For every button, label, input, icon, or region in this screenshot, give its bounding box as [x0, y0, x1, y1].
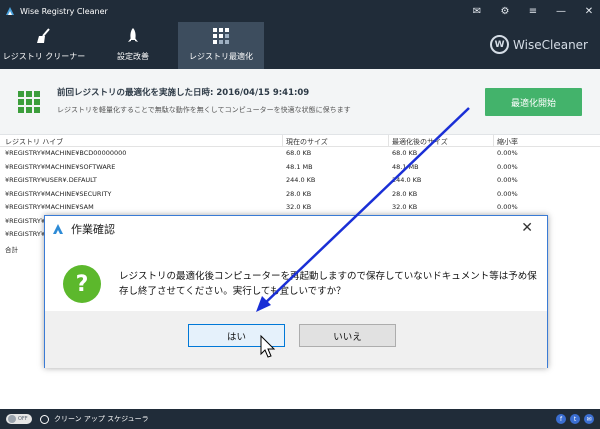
toggle-knob: [8, 415, 16, 423]
current-size: 28.0 KB: [286, 189, 312, 198]
tab-system-tuneup[interactable]: 設定改善: [89, 22, 177, 69]
col-hive[interactable]: レジストリ ハイブ: [5, 137, 63, 147]
social-links: f t ✉: [556, 414, 594, 424]
banner-description: レジストリを軽量化することで無駄な動作を無くしてコンピューターを快適な状態に保ち…: [57, 106, 351, 114]
current-size: 244.0 KB: [286, 176, 316, 184]
app-icon: [53, 224, 63, 234]
tab-label: 設定改善: [117, 52, 149, 61]
broom-icon: [37, 28, 50, 43]
current-size: 68.0 KB: [286, 149, 312, 157]
optimized-size: 48.1 MB: [392, 162, 419, 171]
tab-label: レジストリ最適化: [189, 52, 253, 61]
email-icon[interactable]: ✉: [584, 414, 594, 424]
hive-name: ¥REGISTRY¥MACHINE¥BCD00000000: [5, 149, 127, 157]
tab-registry-cleaner[interactable]: レジストリ クリーナー: [0, 22, 88, 69]
dialog-message: レジストリの最適化後コンピューターを再起動しますので保存していないドキュメント等…: [119, 271, 537, 297]
reduction: 0.00%: [497, 203, 518, 211]
current-size: 48.1 MB: [286, 162, 313, 171]
tab-label: レジストリ クリーナー: [2, 52, 86, 61]
hive-name: ¥REGISTRY¥: [5, 230, 46, 238]
hive-name: ¥REGISTRY¥USER¥.DEFAULT: [5, 176, 97, 184]
dialog-titlebar[interactable]: 作業確認 ✕: [45, 216, 547, 242]
table-row[interactable]: ¥REGISTRY¥MACHINE¥SECURITY 28.0 KB 28.0 …: [0, 188, 600, 202]
table-row[interactable]: ¥REGISTRY¥MACHINE¥BCD00000000 68.0 KB 68…: [0, 147, 600, 161]
optimized-size: 244.0 KB: [392, 176, 422, 184]
hive-name: ¥REGISTRY¥MACHINE¥SAM: [5, 203, 94, 211]
optimized-size: 32.0 KB: [392, 203, 418, 211]
optimized-size: 68.0 KB: [392, 149, 418, 157]
current-size: 32.0 KB: [286, 203, 312, 211]
reduction: 0.00%: [497, 189, 518, 198]
table-row[interactable]: ¥REGISTRY¥MACHINE¥SAM 32.0 KB 32.0 KB 0.…: [0, 201, 600, 215]
column-divider[interactable]: [493, 135, 494, 147]
window-title: Wise Registry Cleaner: [20, 6, 108, 16]
defrag-icon: [213, 28, 229, 44]
column-divider[interactable]: [388, 135, 389, 147]
reduction: 0.00%: [497, 176, 518, 184]
toggle-label: OFF: [18, 416, 28, 422]
total-label: 合計: [5, 245, 18, 254]
no-button[interactable]: いいえ: [299, 324, 396, 347]
start-optimize-button[interactable]: 最適化開始: [485, 88, 582, 116]
dialog-button-area: [45, 311, 547, 368]
scheduler-toggle[interactable]: OFF: [6, 414, 32, 424]
reduction: 0.00%: [497, 162, 518, 171]
status-bar: OFF クリーン アップ スケジューラ f t ✉: [0, 409, 600, 429]
confirm-dialog: 作業確認 ✕ ? レジストリの最適化後コンピューターを再起動しますので保存してい…: [44, 215, 548, 368]
minimize-icon[interactable]: —: [554, 6, 568, 17]
brand: W WiseCleaner: [490, 35, 588, 54]
mail-icon[interactable]: ✉: [470, 6, 484, 17]
hive-name: ¥REGISTRY¥: [5, 216, 46, 225]
col-optimized-size[interactable]: 最適化後のサイズ: [392, 137, 448, 147]
table-row[interactable]: ¥REGISTRY¥USER¥.DEFAULT 244.0 KB 244.0 K…: [0, 174, 600, 188]
tab-registry-defrag[interactable]: レジストリ最適化: [178, 22, 264, 69]
dialog-title: 作業確認: [71, 223, 115, 236]
brand-name: WiseCleaner: [513, 37, 588, 52]
hive-name: ¥REGISTRY¥MACHINE¥SECURITY: [5, 189, 112, 198]
wisecleaner-logo: W: [490, 35, 510, 54]
close-icon[interactable]: ✕: [521, 220, 533, 236]
menu-icon[interactable]: ≡: [526, 6, 540, 17]
facebook-icon[interactable]: f: [556, 414, 566, 424]
question-icon: ?: [63, 265, 101, 303]
scheduler-label[interactable]: クリーン アップ スケジューラ: [54, 414, 149, 424]
reduction: 0.00%: [497, 149, 518, 157]
settings-icon[interactable]: ⚙: [498, 6, 512, 17]
last-optimized: 前回レジストリの最適化を実施した日時: 2016/04/15 9:41:09: [57, 88, 310, 98]
twitter-icon[interactable]: t: [570, 414, 580, 424]
table-header: レジストリ ハイブ 現在のサイズ 最適化後のサイズ 縮小率: [0, 135, 600, 147]
optimized-size: 28.0 KB: [392, 189, 418, 198]
title-bar: Wise Registry Cleaner ✉ ⚙ ≡ — ✕: [0, 0, 600, 22]
registry-grid-icon: [18, 91, 40, 113]
column-divider[interactable]: [282, 135, 283, 147]
window-controls: ✉ ⚙ ≡ — ✕: [470, 0, 596, 22]
col-current-size[interactable]: 現在のサイズ: [286, 137, 328, 147]
col-reduction[interactable]: 縮小率: [497, 137, 518, 147]
app-icon: [6, 7, 14, 15]
main-nav: レジストリ クリーナー 設定改善 レジストリ最適化 W WiseCleaner: [0, 22, 600, 69]
clock-icon: [40, 414, 49, 424]
hive-name: ¥REGISTRY¥MACHINE¥SOFTWARE: [5, 162, 116, 171]
yes-button[interactable]: はい: [188, 324, 285, 347]
close-icon[interactable]: ✕: [582, 6, 596, 17]
table-row[interactable]: ¥REGISTRY¥MACHINE¥SOFTWARE 48.1 MB 48.1 …: [0, 161, 600, 175]
info-banner: 前回レジストリの最適化を実施した日時: 2016/04/15 9:41:09 レ…: [0, 69, 600, 135]
rocket-icon: [128, 28, 138, 42]
